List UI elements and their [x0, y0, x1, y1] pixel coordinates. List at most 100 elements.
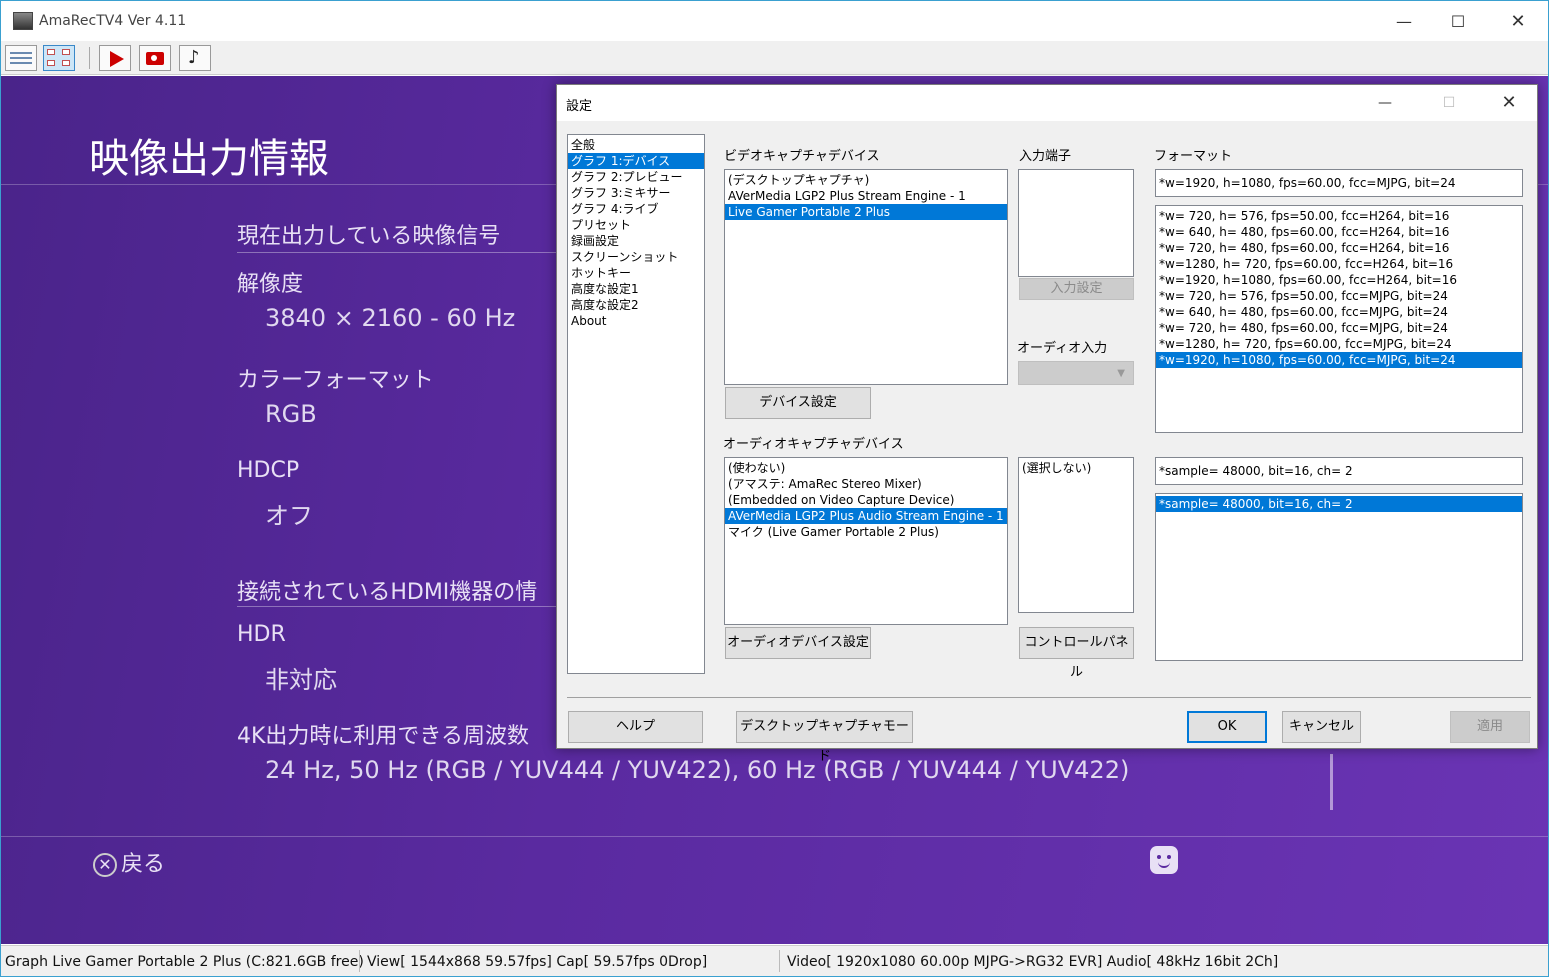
format-item[interactable]: *w= 720, h= 576, fps=50.00, fcc=H264, bi…: [1156, 208, 1522, 224]
settings-dialog: 設定 — ☐ ✕ 全般 グラフ 1:デバイス グラフ 2:プレビュー グラフ 3…: [556, 84, 1538, 764]
input-terminal-label: 入力端子: [1019, 149, 1072, 164]
audio-input-label: オーディオ入力: [1017, 341, 1108, 356]
audio-input-list[interactable]: (選択しない): [1018, 457, 1134, 613]
format-item[interactable]: *w=1280, h= 720, fps=60.00, fcc=MJPG, bi…: [1156, 336, 1522, 352]
record-play-button[interactable]: [99, 45, 131, 71]
video-color-format-label: カラーフォーマット: [237, 368, 434, 393]
category-item[interactable]: グラフ 1:デバイス: [568, 153, 704, 169]
music-note-icon: ♪: [188, 47, 200, 68]
category-list[interactable]: 全般 グラフ 1:デバイス グラフ 2:プレビュー グラフ 3:ミキサー グラフ…: [567, 134, 705, 674]
control-panel-button[interactable]: コントロールパネル: [1019, 627, 1134, 680]
category-item[interactable]: 全般: [568, 137, 704, 153]
format-list[interactable]: *w= 720, h= 576, fps=50.00, fcc=H264, bi…: [1155, 205, 1523, 433]
audio-device-item[interactable]: AVerMedia LGP2 Plus Audio Stream Engine …: [725, 508, 1007, 524]
status-graph: Graph Live Gamer Portable 2 Plus (C:821.…: [5, 954, 364, 970]
toolbar-divider: [89, 47, 90, 69]
audio-device-label: オーディオキャプチャデバイス: [723, 437, 904, 452]
format-item[interactable]: *w=1920, h=1080, fps=60.00, fcc=H264, bi…: [1156, 272, 1522, 288]
desktop-capture-mode-button[interactable]: デスクトップキャプチャモード: [736, 711, 913, 764]
format-item[interactable]: *w= 640, h= 480, fps=60.00, fcc=MJPG, bi…: [1156, 304, 1522, 320]
input-terminal-list[interactable]: [1018, 169, 1134, 277]
format-item[interactable]: *w= 640, h= 480, fps=60.00, fcc=H264, bi…: [1156, 224, 1522, 240]
toolbar: ♪: [1, 41, 1548, 75]
dialog-divider: [567, 697, 1531, 698]
apply-button: 適用: [1450, 711, 1530, 743]
category-item[interactable]: 高度な設定2: [568, 297, 704, 313]
status-bar: Graph Live Gamer Portable 2 Plus (C:821.…: [1, 945, 1548, 976]
category-item[interactable]: 高度な設定1: [568, 281, 704, 297]
video-color-format-value: RGB: [265, 400, 317, 428]
format-label: フォーマット: [1154, 149, 1233, 164]
window-title: AmaRecTV4 Ver 4.11: [39, 13, 187, 29]
category-item[interactable]: 録画設定: [568, 233, 704, 249]
maximize-button[interactable]: ☐: [1435, 9, 1481, 35]
video-hdr-label: HDR: [237, 622, 286, 647]
format-item[interactable]: *w=1280, h= 720, fps=60.00, fcc=H264, bi…: [1156, 256, 1522, 272]
play-icon: [110, 51, 124, 67]
video-device-item[interactable]: AVerMedia LGP2 Plus Stream Engine - 1: [725, 188, 1007, 204]
video-scroll-indicator: [1330, 754, 1333, 810]
audio-device-settings-button[interactable]: オーディオデバイス設定: [725, 627, 871, 659]
video-footer-divider: [1, 836, 1548, 837]
video-hdcp-value: オフ: [265, 502, 313, 530]
video-hdcp-label: HDCP: [237, 458, 300, 483]
video-divider: [237, 606, 557, 607]
category-item[interactable]: グラフ 3:ミキサー: [568, 185, 704, 201]
cancel-button[interactable]: キャンセル: [1282, 711, 1361, 743]
category-item[interactable]: ホットキー: [568, 265, 704, 281]
video-device-label: ビデオキャプチャデバイス: [724, 149, 880, 164]
audio-device-item[interactable]: (Embedded on Video Capture Device): [725, 492, 1007, 508]
video-section-connected: 接続されているHDMI機器の情: [237, 580, 538, 605]
video-section-current: 現在出力している映像信号: [237, 224, 501, 249]
dialog-minimize-button[interactable]: —: [1365, 91, 1405, 115]
format-item[interactable]: *w= 720, h= 480, fps=60.00, fcc=MJPG, bi…: [1156, 320, 1522, 336]
video-page-title: 映像出力情報: [89, 136, 329, 182]
chevron-down-icon: ▼: [1117, 368, 1125, 379]
audio-format-list[interactable]: *sample= 48000, bit=16, ch= 2: [1155, 493, 1523, 661]
audio-input-item[interactable]: (選択しない): [1019, 460, 1133, 476]
audio-device-item[interactable]: マイク (Live Gamer Portable 2 Plus): [725, 524, 1007, 540]
audio-device-item[interactable]: (アマステ: AmaRec Stereo Mixer): [725, 476, 1007, 492]
video-divider: [237, 252, 557, 253]
dialog-maximize-button: ☐: [1442, 95, 1456, 111]
category-item[interactable]: プリセット: [568, 217, 704, 233]
audio-device-list[interactable]: (使わない) (アマステ: AmaRec Stereo Mixer) (Embe…: [724, 457, 1008, 625]
category-item[interactable]: グラフ 2:プレビュー: [568, 169, 704, 185]
status-divider: [779, 950, 780, 972]
dialog-title-bar: 設定 — ☐ ✕: [557, 85, 1537, 121]
video-resolution-label: 解像度: [237, 272, 304, 297]
video-resolution-value: 3840 × 2160 - 60 Hz: [265, 304, 516, 332]
category-item[interactable]: スクリーンショット: [568, 249, 704, 265]
format-current-value: *w=1920, h=1080, fps=60.00, fcc=MJPG, bi…: [1159, 176, 1456, 190]
video-hdr-value: 非対応: [265, 666, 337, 694]
status-divider: [359, 950, 360, 972]
graph-settings-button[interactable]: [43, 45, 75, 71]
ok-button[interactable]: OK: [1187, 711, 1267, 743]
format-item[interactable]: *w=1920, h=1080, fps=60.00, fcc=MJPG, bi…: [1156, 352, 1522, 368]
video-device-list[interactable]: (デスクトップキャプチャ) AVerMedia LGP2 Plus Stream…: [724, 169, 1008, 385]
close-button[interactable]: ✕: [1495, 9, 1541, 35]
help-button[interactable]: ヘルプ: [568, 711, 703, 743]
minimize-button[interactable]: —: [1381, 9, 1427, 35]
format-item[interactable]: *w= 720, h= 480, fps=60.00, fcc=H264, bi…: [1156, 240, 1522, 256]
video-back-label: 戻る: [121, 852, 166, 877]
category-item[interactable]: About: [568, 313, 704, 329]
audio-format-item[interactable]: *sample= 48000, bit=16, ch= 2: [1156, 496, 1522, 512]
screenshot-button[interactable]: [139, 45, 171, 71]
audio-device-item[interactable]: (使わない): [725, 460, 1007, 476]
format-item[interactable]: *w= 720, h= 576, fps=50.00, fcc=MJPG, bi…: [1156, 288, 1522, 304]
video-device-item[interactable]: Live Gamer Portable 2 Plus: [725, 204, 1007, 220]
audio-button[interactable]: ♪: [179, 45, 211, 71]
audio-format-current-value: *sample= 48000, bit=16, ch= 2: [1159, 464, 1353, 478]
audio-format-current-field: *sample= 48000, bit=16, ch= 2: [1155, 457, 1523, 485]
device-settings-button[interactable]: デバイス設定: [725, 387, 871, 419]
dialog-close-button[interactable]: ✕: [1489, 91, 1529, 115]
video-device-item[interactable]: (デスクトップキャプチャ): [725, 172, 1007, 188]
camera-icon: [146, 52, 164, 65]
status-video: Video[ 1920x1080 60.00p MJPG->RG32 EVR] …: [787, 954, 1279, 970]
window-mode-button[interactable]: [5, 45, 37, 71]
smiley-face-icon: [1150, 846, 1178, 874]
input-settings-button: 入力設定: [1019, 278, 1134, 300]
category-item[interactable]: グラフ 4:ライブ: [568, 201, 704, 217]
app-icon: [13, 12, 33, 30]
